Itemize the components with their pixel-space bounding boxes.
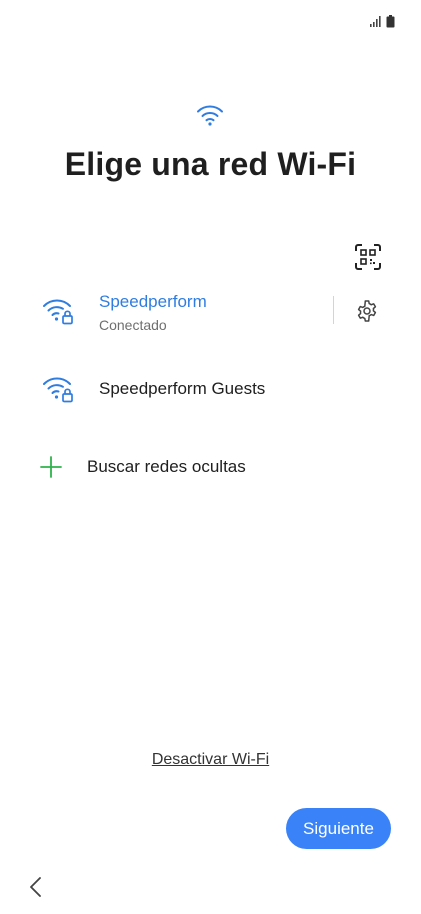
- wifi-lock-icon: [43, 377, 73, 403]
- status-bar: [370, 12, 395, 30]
- qr-scan-icon: [355, 244, 381, 270]
- plus-icon: [40, 456, 62, 478]
- divider: [333, 296, 334, 324]
- signal-icon: [370, 16, 381, 27]
- disable-wifi-link[interactable]: Desactivar Wi-Fi: [152, 751, 269, 768]
- next-button[interactable]: Siguiente: [286, 808, 391, 849]
- network-item-speedperform-guests[interactable]: Speedperform Guests: [0, 361, 421, 417]
- network-name: Speedperform: [99, 292, 207, 311]
- search-hidden-networks-button[interactable]: Buscar redes ocultas: [0, 448, 421, 488]
- wifi-lock-icon: [43, 299, 73, 325]
- network-status: Conectado: [99, 317, 167, 333]
- page-title: Elige una red Wi-Fi: [64, 146, 357, 182]
- network-name: Speedperform Guests: [99, 379, 266, 398]
- gear-icon[interactable]: [355, 299, 379, 323]
- chevron-left-icon[interactable]: [26, 876, 46, 898]
- wifi-icon: [197, 105, 223, 126]
- disable-wifi-container: Desactivar Wi-Fi: [0, 751, 421, 769]
- battery-icon: [386, 14, 395, 27]
- hidden-networks-label: Buscar redes ocultas: [87, 457, 246, 476]
- qr-scan-button[interactable]: [354, 243, 382, 271]
